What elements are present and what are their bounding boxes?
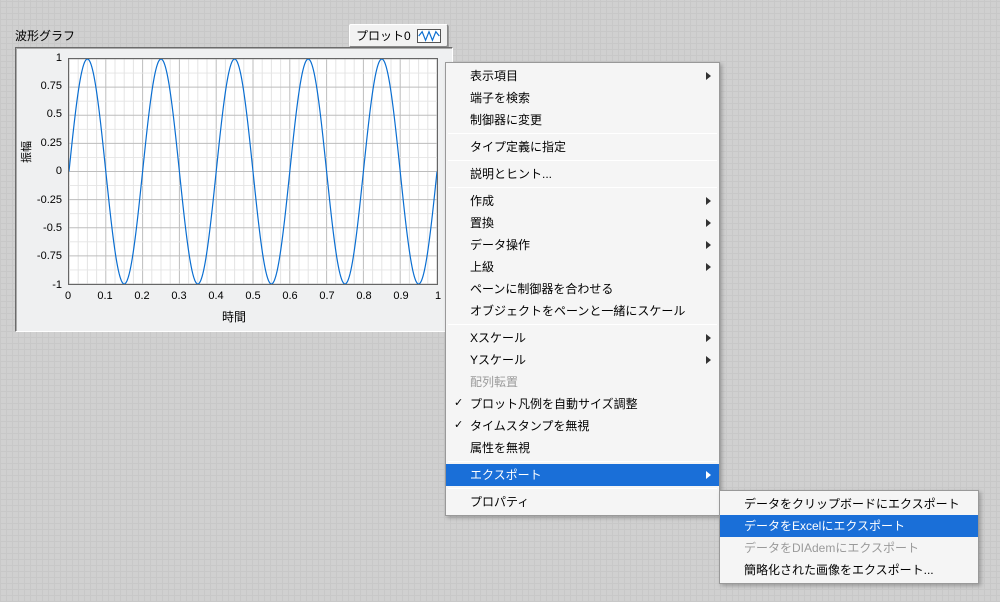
legend-sample-icon <box>417 29 441 43</box>
x-tick: 0.9 <box>393 290 408 302</box>
menu-item[interactable]: 制御器に変更 <box>446 109 719 131</box>
menu-item[interactable]: 属性を無視 <box>446 437 719 459</box>
y-tick: -0.75 <box>27 250 62 262</box>
y-tick: -1 <box>27 279 62 291</box>
menu-separator <box>448 160 717 161</box>
menu-item[interactable]: プロパティ <box>446 491 719 513</box>
menu-item[interactable]: オブジェクトをペーンと一緒にスケール <box>446 300 719 322</box>
menu-item[interactable]: タイプ定義に指定 <box>446 136 719 158</box>
x-tick: 0.6 <box>282 290 297 302</box>
y-tick: 0 <box>27 165 62 177</box>
y-tick: 0.5 <box>27 108 62 120</box>
menu-item[interactable]: Xスケール <box>446 327 719 349</box>
x-tick: 0.5 <box>245 290 260 302</box>
menu-separator <box>448 187 717 188</box>
menu-item[interactable]: 作成 <box>446 190 719 212</box>
x-tick: 1 <box>435 290 441 302</box>
x-tick: 0.4 <box>208 290 223 302</box>
chart-title: 波形グラフ <box>15 27 75 44</box>
menu-item: 配列転置 <box>446 371 719 393</box>
y-tick: -0.5 <box>27 222 62 234</box>
menu-separator <box>448 324 717 325</box>
menu-item[interactable]: Yスケール <box>446 349 719 371</box>
menu-item: データをDIAdemにエクスポート <box>720 537 978 559</box>
plot-area[interactable] <box>68 58 438 285</box>
menu-item[interactable]: 説明とヒント... <box>446 163 719 185</box>
menu-item[interactable]: 端子を検索 <box>446 87 719 109</box>
chart-panel[interactable]: 振幅 時間 1 0.75 0.5 0.25 0 -0.25 -0.5 -0.75… <box>15 47 453 332</box>
menu-item[interactable]: ペーンに制御器を合わせる <box>446 278 719 300</box>
export-submenu: データをクリップボードにエクスポートデータをExcelにエクスポートデータをDI… <box>719 490 979 584</box>
x-tick: 0 <box>65 290 71 302</box>
menu-item[interactable]: データをクリップボードにエクスポート <box>720 493 978 515</box>
menu-item[interactable]: 簡略化された画像をエクスポート... <box>720 559 978 581</box>
x-tick: 0.7 <box>319 290 334 302</box>
menu-item[interactable]: 上級 <box>446 256 719 278</box>
context-menu: 表示項目端子を検索制御器に変更タイプ定義に指定説明とヒント... 作成置換データ操… <box>445 62 720 516</box>
menu-item[interactable]: データ操作 <box>446 234 719 256</box>
x-axis-label: 時間 <box>16 308 452 325</box>
menu-item[interactable]: 置換 <box>446 212 719 234</box>
x-tick: 0.1 <box>97 290 112 302</box>
menu-separator <box>448 133 717 134</box>
x-tick: 0.2 <box>134 290 149 302</box>
menu-item[interactable]: プロット凡例を自動サイズ調整 <box>446 393 719 415</box>
menu-item[interactable]: 表示項目 <box>446 65 719 87</box>
y-tick: 0.75 <box>27 80 62 92</box>
menu-item[interactable]: データをExcelにエクスポート <box>720 515 978 537</box>
menu-separator <box>448 488 717 489</box>
menu-separator <box>448 461 717 462</box>
menu-item[interactable]: タイムスタンプを無視 <box>446 415 719 437</box>
x-tick: 0.8 <box>356 290 371 302</box>
plot-legend[interactable]: プロット0 <box>349 24 448 47</box>
y-tick: 0.25 <box>27 137 62 149</box>
legend-label: プロット0 <box>356 27 411 44</box>
y-tick: 1 <box>27 52 62 64</box>
x-tick: 0.3 <box>171 290 186 302</box>
menu-item[interactable]: エクスポート <box>446 464 719 486</box>
y-tick: -0.25 <box>27 194 62 206</box>
